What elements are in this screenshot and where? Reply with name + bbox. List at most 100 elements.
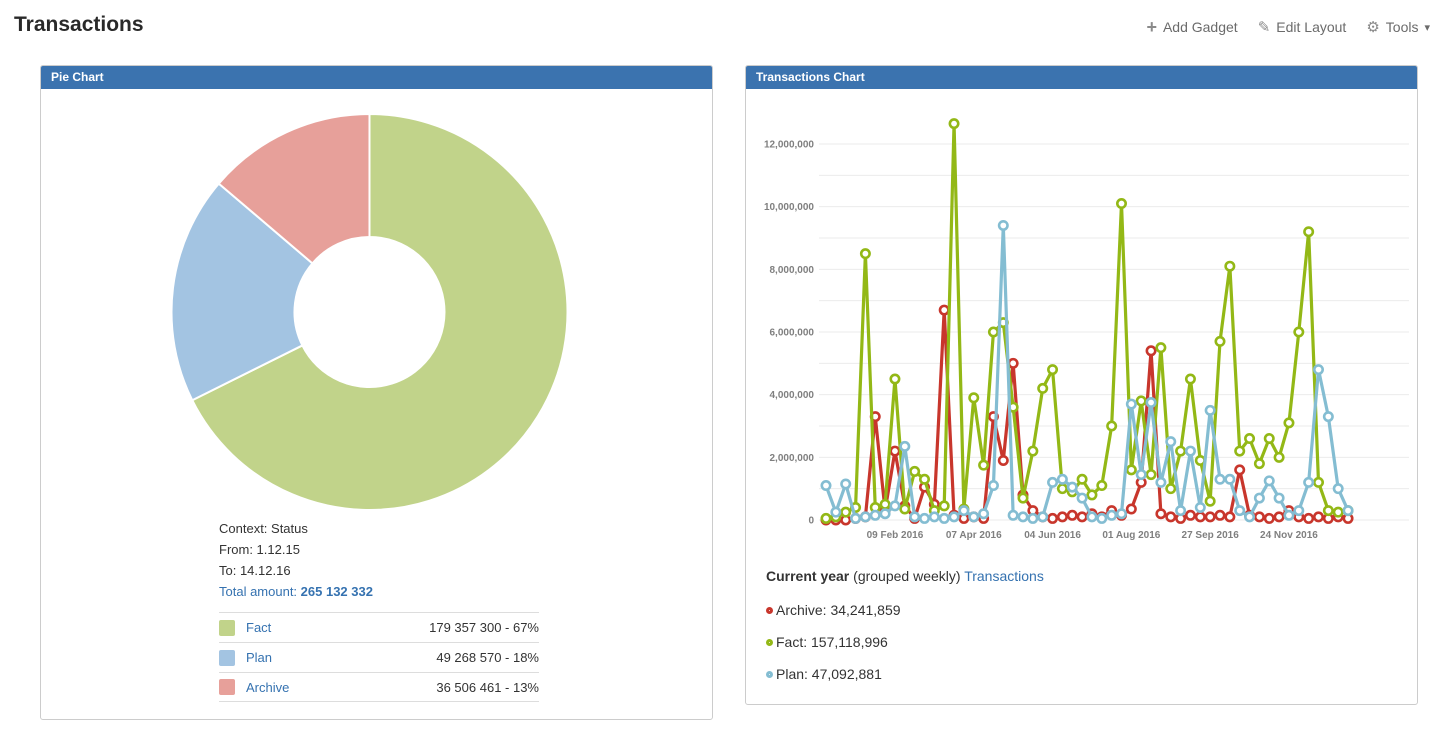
archive-data-point[interactable] — [1009, 359, 1017, 367]
plan-data-point[interactable] — [1245, 513, 1253, 521]
plan-data-point[interactable] — [920, 514, 928, 522]
plan-data-point[interactable] — [1039, 513, 1047, 521]
fact-data-point[interactable] — [920, 475, 928, 483]
plan-data-point[interactable] — [1009, 511, 1017, 519]
plan-data-point[interactable] — [1127, 400, 1135, 408]
plan-data-point[interactable] — [1137, 470, 1145, 478]
archive-data-point[interactable] — [1058, 513, 1066, 521]
plan-data-point[interactable] — [1226, 475, 1234, 483]
plan-data-point[interactable] — [832, 508, 840, 516]
plan-data-point[interactable] — [1117, 510, 1125, 518]
plan-link[interactable]: Plan — [246, 650, 272, 665]
archive-data-point[interactable] — [891, 447, 899, 455]
fact-data-point[interactable] — [1285, 419, 1293, 427]
plan-data-point[interactable] — [1255, 494, 1263, 502]
fact-data-point[interactable] — [1098, 481, 1106, 489]
fact-data-point[interactable] — [1127, 466, 1135, 474]
archive-data-point[interactable] — [1314, 513, 1322, 521]
plan-data-point[interactable] — [1098, 514, 1106, 522]
plan-data-point[interactable] — [871, 511, 879, 519]
fact-data-point[interactable] — [901, 505, 909, 513]
fact-data-point[interactable] — [1324, 506, 1332, 514]
plan-data-point[interactable] — [1295, 506, 1303, 514]
plan-data-point[interactable] — [1107, 511, 1115, 519]
plan-data-point[interactable] — [940, 514, 948, 522]
fact-data-point[interactable] — [1304, 228, 1312, 236]
archive-link[interactable]: Archive — [246, 680, 289, 695]
archive-data-point[interactable] — [1167, 513, 1175, 521]
plan-data-point[interactable] — [930, 513, 938, 521]
plan-data-point[interactable] — [1216, 475, 1224, 483]
plan-data-point[interactable] — [881, 510, 889, 518]
plan-data-point[interactable] — [822, 481, 830, 489]
fact-data-point[interactable] — [1039, 384, 1047, 392]
archive-data-point[interactable] — [1226, 513, 1234, 521]
archive-data-point[interactable] — [1255, 513, 1263, 521]
transactions-chart-panel-header[interactable]: Transactions Chart — [746, 66, 1417, 89]
fact-data-point[interactable] — [1226, 262, 1234, 270]
fact-data-point[interactable] — [891, 375, 899, 383]
transactions-link[interactable]: Transactions — [964, 568, 1044, 584]
fact-data-point[interactable] — [1048, 365, 1056, 373]
fact-data-point[interactable] — [1255, 459, 1263, 467]
add-gadget-button[interactable]: + Add Gadget — [1146, 18, 1237, 36]
plan-data-point[interactable] — [999, 221, 1007, 229]
fact-data-point[interactable] — [1275, 453, 1283, 461]
fact-data-point[interactable] — [940, 502, 948, 510]
plan-data-point[interactable] — [891, 502, 899, 510]
plan-data-point[interactable] — [1147, 398, 1155, 406]
plan-data-point[interactable] — [842, 480, 850, 488]
plan-data-point[interactable] — [1058, 475, 1066, 483]
fact-data-point[interactable] — [1314, 478, 1322, 486]
archive-data-point[interactable] — [1186, 511, 1194, 519]
fact-data-point[interactable] — [1167, 484, 1175, 492]
archive-data-point[interactable] — [1078, 513, 1086, 521]
archive-data-point[interactable] — [999, 456, 1007, 464]
plan-data-point[interactable] — [1078, 494, 1086, 502]
plan-data-point[interactable] — [1088, 513, 1096, 521]
fact-data-point[interactable] — [1236, 447, 1244, 455]
plan-data-point[interactable] — [1167, 437, 1175, 445]
archive-data-point[interactable] — [1196, 513, 1204, 521]
archive-data-point[interactable] — [1127, 505, 1135, 513]
plan-data-point[interactable] — [950, 513, 958, 521]
plan-data-point[interactable] — [1236, 506, 1244, 514]
plan-data-point[interactable] — [960, 506, 968, 514]
fact-data-point[interactable] — [1029, 447, 1037, 455]
archive-data-point[interactable] — [1216, 511, 1224, 519]
archive-data-point[interactable] — [1304, 514, 1312, 522]
fact-data-point[interactable] — [1147, 470, 1155, 478]
fact-data-point[interactable] — [910, 467, 918, 475]
archive-data-point[interactable] — [1157, 510, 1165, 518]
plan-data-point[interactable] — [1334, 484, 1342, 492]
archive-data-point[interactable] — [1206, 513, 1214, 521]
plan-data-point[interactable] — [1157, 478, 1165, 486]
fact-data-point[interactable] — [842, 508, 850, 516]
archive-data-point[interactable] — [1236, 466, 1244, 474]
fact-data-point[interactable] — [1186, 375, 1194, 383]
plan-data-point[interactable] — [1275, 494, 1283, 502]
fact-data-point[interactable] — [989, 328, 997, 336]
fact-data-point[interactable] — [1206, 497, 1214, 505]
archive-data-point[interactable] — [1147, 347, 1155, 355]
plan-data-point[interactable] — [1324, 412, 1332, 420]
archive-data-point[interactable] — [1265, 514, 1273, 522]
fact-data-point[interactable] — [1216, 337, 1224, 345]
plan-data-point[interactable] — [851, 514, 859, 522]
plan-data-point[interactable] — [910, 513, 918, 521]
plan-data-point[interactable] — [1019, 513, 1027, 521]
fact-data-point[interactable] — [1088, 491, 1096, 499]
plan-data-point[interactable] — [861, 513, 869, 521]
fact-data-point[interactable] — [1295, 328, 1303, 336]
plan-data-point[interactable] — [970, 513, 978, 521]
plan-data-point[interactable] — [1048, 478, 1056, 486]
fact-data-point[interactable] — [1078, 475, 1086, 483]
fact-data-point[interactable] — [1245, 434, 1253, 442]
fact-data-point[interactable] — [1137, 397, 1145, 405]
archive-data-point[interactable] — [940, 306, 948, 314]
fact-data-point[interactable] — [1117, 199, 1125, 207]
fact-data-point[interactable] — [950, 119, 958, 127]
plan-data-point[interactable] — [1196, 503, 1204, 511]
fact-link[interactable]: Fact — [246, 620, 271, 635]
archive-data-point[interactable] — [1068, 511, 1076, 519]
